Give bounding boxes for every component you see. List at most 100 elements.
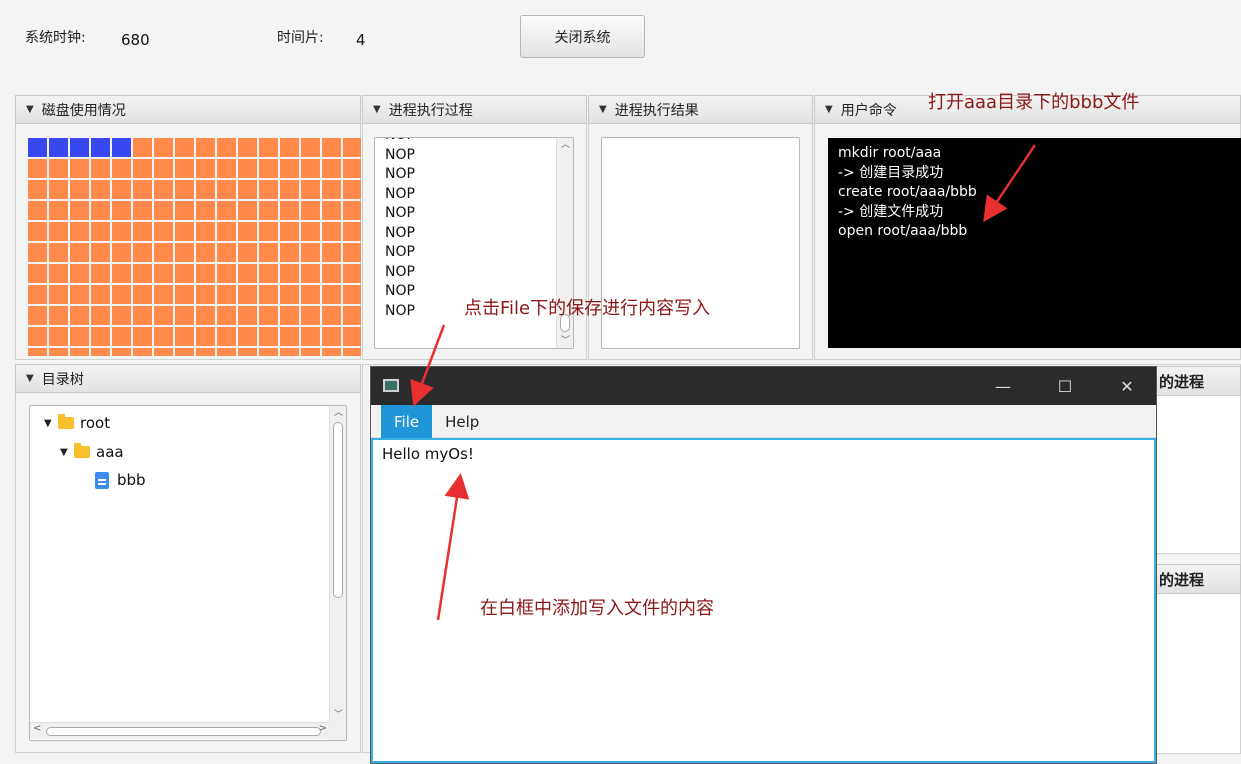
scroll-right-icon[interactable]: >: [319, 723, 327, 734]
disk-block-free: [49, 180, 68, 199]
menu-help[interactable]: Help: [432, 405, 492, 438]
disk-block-free: [49, 327, 68, 346]
scroll-thumb[interactable]: [333, 422, 343, 598]
disk-block-free: [322, 180, 341, 199]
disk-block-free: [322, 201, 341, 220]
disk-block-free: [175, 264, 194, 283]
disk-block-free: [238, 243, 257, 262]
disk-block-free: [301, 222, 320, 241]
disk-block-free: [154, 138, 173, 157]
menu-file[interactable]: File: [381, 405, 433, 438]
process-exec-line: NOP: [385, 146, 415, 163]
tree-hscrollbar[interactable]: < >: [30, 722, 330, 739]
disk-block-free: [196, 306, 215, 325]
clock-label: 系统时钟:: [25, 30, 86, 46]
scroll-left-icon[interactable]: <: [33, 723, 41, 734]
disk-block-free: [133, 327, 152, 346]
disk-block-free: [175, 243, 194, 262]
disk-block-free: [217, 222, 236, 241]
disk-block-free: [49, 306, 68, 325]
disk-block-free: [217, 138, 236, 157]
disk-block-free: [70, 243, 89, 262]
disk-block-free: [91, 159, 110, 178]
tree-vscrollbar[interactable]: ︿ ﹀: [329, 406, 346, 740]
disk-block-free: [70, 327, 89, 346]
disk-block-free: [133, 180, 152, 199]
disk-block-free: [175, 138, 194, 157]
disk-block-free: [112, 201, 131, 220]
file-editor-window[interactable]: — ☐ ✕ File Help Hello myOs!: [370, 366, 1157, 764]
disk-block-free: [301, 264, 320, 283]
disk-block-free: [301, 180, 320, 199]
disk-block-free: [112, 327, 131, 346]
disk-block-free: [49, 243, 68, 262]
disk-block-free: [154, 348, 173, 356]
time-slice-value: 4: [356, 31, 366, 49]
editor-titlebar[interactable]: — ☐ ✕: [371, 367, 1156, 405]
disk-block-free: [154, 159, 173, 178]
annotation-add-content: 在白框中添加写入文件的内容: [480, 598, 714, 619]
disk-pane-header[interactable]: ▼ 磁盘使用情况: [15, 95, 361, 124]
scroll-up-icon[interactable]: ︿: [557, 138, 573, 152]
process-exec-line: NOP: [385, 263, 415, 280]
terminal-line: -> 创建目录成功: [838, 164, 944, 181]
disk-block-free: [343, 159, 361, 178]
disk-block-free: [49, 201, 68, 220]
disk-block-free: [175, 159, 194, 178]
disk-block-free: [217, 348, 236, 356]
disk-block-free: [112, 348, 131, 356]
disk-block-free: [175, 285, 194, 304]
tree-node-label: root: [80, 414, 111, 432]
disk-block-free: [49, 264, 68, 283]
command-terminal[interactable]: mkdir root/aaa -> 创建目录成功 create root/aaa/b…: [828, 138, 1241, 348]
disk-block-free: [343, 306, 361, 325]
dir-tree-pane-header[interactable]: ▼ 目录树: [15, 364, 361, 393]
scroll-thumb[interactable]: [46, 727, 321, 736]
disk-block-free: [70, 222, 89, 241]
disk-block-free: [217, 285, 236, 304]
disk-block-free: [28, 264, 47, 283]
close-icon[interactable]: ✕: [1097, 367, 1157, 405]
disk-block-free: [196, 264, 215, 283]
disk-block-free: [133, 201, 152, 220]
disk-block-free: [28, 306, 47, 325]
disk-block-free: [259, 264, 278, 283]
process-result-pane-header[interactable]: ▼ 进程执行结果: [588, 95, 813, 124]
collapse-arrow-icon: ▼: [825, 104, 833, 115]
disk-block-used: [70, 138, 89, 157]
tree-node-bbb[interactable]: bbb: [95, 471, 146, 489]
process-exec-line: NOP: [385, 205, 415, 221]
scroll-down-icon[interactable]: ﹀: [557, 334, 573, 348]
disk-block-free: [280, 285, 299, 304]
disk-block-free: [259, 285, 278, 304]
partial-pane-header-2[interactable]: 的进程: [1155, 564, 1241, 594]
expand-arrow-icon[interactable]: ▼: [60, 447, 74, 458]
partial-pane-header-1[interactable]: 的进程: [1155, 366, 1241, 396]
disk-block-free: [154, 327, 173, 346]
disk-block-free: [259, 348, 278, 356]
disk-block-free: [238, 138, 257, 157]
collapse-arrow-icon: ▼: [373, 104, 381, 115]
minimize-icon[interactable]: —: [973, 367, 1033, 405]
close-system-button[interactable]: 关闭系统: [520, 15, 645, 58]
annotation-save-hint: 点击File下的保存进行内容写入: [464, 298, 711, 319]
disk-block-free: [322, 159, 341, 178]
tree-node-root[interactable]: ▼ root: [44, 414, 110, 432]
tree-node-aaa[interactable]: ▼ aaa: [60, 443, 124, 461]
maximize-icon[interactable]: ☐: [1035, 367, 1095, 405]
disk-block-free: [238, 285, 257, 304]
disk-block-free: [133, 222, 152, 241]
expand-arrow-icon[interactable]: ▼: [44, 418, 58, 429]
disk-block-free: [70, 180, 89, 199]
scroll-down-icon[interactable]: ﹀: [330, 708, 346, 722]
scroll-up-icon[interactable]: ︿: [330, 406, 346, 420]
disk-block-used: [28, 138, 47, 157]
process-exec-pane-header[interactable]: ▼ 进程执行过程: [362, 95, 587, 124]
disk-block-free: [28, 201, 47, 220]
disk-block-free: [196, 243, 215, 262]
disk-block-free: [175, 180, 194, 199]
collapse-arrow-icon: ▼: [599, 104, 607, 115]
disk-block-free: [238, 327, 257, 346]
disk-block-free: [301, 159, 320, 178]
disk-block-free: [154, 201, 173, 220]
